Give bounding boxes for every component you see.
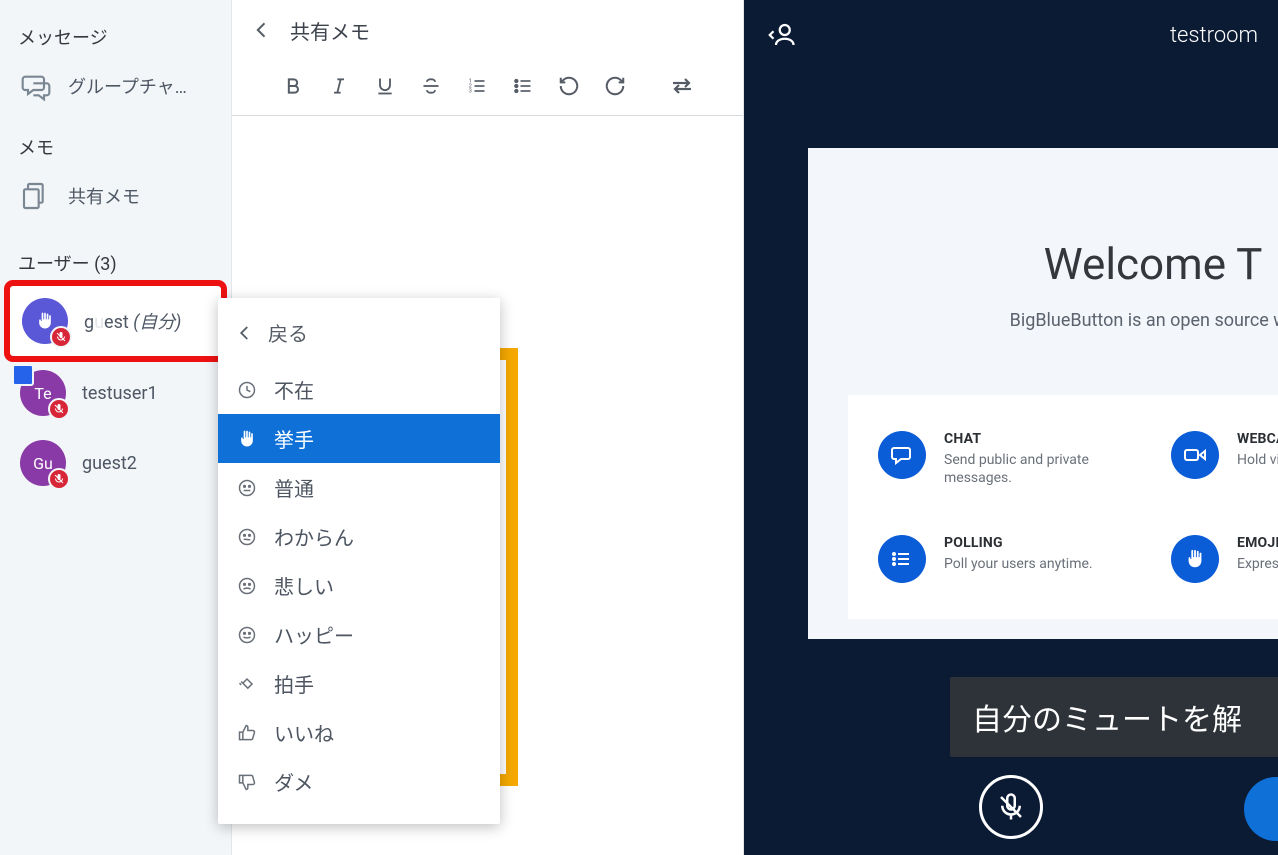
user-name: guest (自分)	[84, 308, 181, 334]
feature-webcams: WEBCAMS Hold visual meetin	[1171, 431, 1278, 487]
users-heading: ユーザー (3)	[8, 226, 223, 284]
user-row[interactable]: Gu guest2	[8, 428, 223, 498]
clap-icon	[236, 673, 258, 695]
unmute-toast: 自分のミュートを解	[950, 677, 1278, 757]
welcome-subtitle: BigBlueButton is an open source we	[848, 310, 1278, 331]
feature-polling: POLLING Poll your users anytime.	[878, 535, 1135, 583]
muted-mic-icon	[48, 398, 70, 420]
feature-title: EMOJIS	[1237, 535, 1278, 551]
user-name: testuser1	[82, 383, 158, 404]
sidebar: メッセージ グループチャ… メモ 共有メモ ユーザー (3) guest (自分…	[0, 0, 232, 855]
welcome-title: Welcome T	[848, 238, 1278, 290]
italic-button[interactable]	[326, 73, 352, 99]
status-item-thumbs-down[interactable]: ダメ	[218, 757, 500, 806]
users-heading-text: ユーザー	[18, 254, 90, 275]
bold-button[interactable]	[280, 73, 306, 99]
shared-notes-item[interactable]: 共有メモ	[8, 166, 223, 226]
avatar-initials: Te	[34, 384, 51, 403]
shared-notes-label: 共有メモ	[68, 183, 140, 209]
happy-face-icon	[236, 624, 258, 646]
status-item-label: ハッピー	[274, 620, 354, 649]
swap-icon[interactable]	[669, 73, 695, 99]
avatar-initials: Gu	[33, 454, 53, 473]
status-item-label: 拍手	[274, 669, 314, 698]
status-item-label: 悲しい	[274, 571, 334, 600]
chat-icon	[878, 431, 926, 479]
status-item-label: 不在	[274, 375, 314, 404]
status-item-applause[interactable]: 拍手	[218, 659, 500, 708]
notes-panel: 共有メモ 123 戻る 不在 挙手	[232, 0, 744, 855]
status-item-neutral[interactable]: 普通	[218, 463, 500, 512]
feature-desc: Poll your users anytime.	[944, 555, 1093, 573]
redo-button[interactable]	[602, 73, 628, 99]
raised-hand-icon	[1171, 535, 1219, 583]
notes-heading: メモ	[8, 130, 223, 166]
messages-heading: メッセージ	[8, 20, 223, 56]
status-item-sad[interactable]: 悲しい	[218, 561, 500, 610]
svg-text:3: 3	[469, 89, 472, 95]
avatar: Gu	[20, 440, 66, 486]
muted-mic-icon	[50, 326, 72, 348]
poll-icon	[878, 535, 926, 583]
raised-hand-icon	[35, 311, 55, 331]
feature-desc: Send public and private messages.	[944, 451, 1135, 487]
status-item-confused[interactable]: わからん	[218, 512, 500, 561]
main-top-bar: testroom	[744, 0, 1278, 70]
documents-icon	[20, 180, 52, 212]
group-chat-label: グループチャ…	[68, 73, 187, 99]
status-item-label: ダメ	[274, 767, 313, 796]
status-menu-list: 不在 挙手 普通 わからん 悲しい ハッピー	[218, 359, 500, 812]
users-count: (3)	[94, 254, 117, 275]
feature-title: POLLING	[944, 535, 1093, 551]
clock-icon	[236, 379, 258, 401]
status-item-happy[interactable]: ハッピー	[218, 610, 500, 659]
webcam-icon	[1171, 431, 1219, 479]
thumbs-down-icon	[236, 771, 258, 793]
strikethrough-button[interactable]	[418, 73, 444, 99]
menu-back-label: 戻る	[268, 318, 308, 347]
raised-hand-icon	[236, 428, 258, 450]
unordered-list-button[interactable]	[510, 73, 536, 99]
user-name: guest2	[82, 453, 137, 474]
status-item-label: 普通	[274, 473, 314, 502]
mute-toggle-button[interactable]	[979, 775, 1043, 839]
feature-chat: CHAT Send public and private messages.	[878, 431, 1135, 487]
notes-title: 共有メモ	[290, 16, 370, 45]
status-item-thumbs-up[interactable]: いいね	[218, 708, 500, 757]
status-item-label: わからん	[274, 522, 354, 551]
chat-icon	[20, 70, 52, 102]
feature-grid: CHAT Send public and private messages. W…	[848, 395, 1278, 619]
userlist-toggle-icon[interactable]	[764, 18, 798, 52]
feature-title: CHAT	[944, 431, 1135, 447]
feature-emojis: EMOJIS Express yourself.	[1171, 535, 1278, 583]
avatar	[22, 298, 68, 344]
confused-face-icon	[236, 526, 258, 548]
status-item-away[interactable]: 不在	[218, 365, 500, 414]
sad-face-icon	[236, 575, 258, 597]
underline-button[interactable]	[372, 73, 398, 99]
feature-desc: Hold visual meetin	[1237, 451, 1278, 469]
muted-mic-icon	[48, 468, 70, 490]
feature-title: WEBCAMS	[1237, 431, 1278, 447]
back-icon[interactable]	[252, 20, 274, 42]
status-item-label: 挙手	[274, 424, 314, 453]
group-chat-item[interactable]: グループチャ…	[8, 56, 223, 116]
status-item-raise-hand[interactable]: 挙手	[218, 414, 500, 463]
notes-header: 共有メモ	[232, 0, 743, 53]
ordered-list-button[interactable]: 123	[464, 73, 490, 99]
undo-button[interactable]	[556, 73, 582, 99]
neutral-face-icon	[236, 477, 258, 499]
avatar: Te	[20, 370, 66, 416]
status-item-label: いいね	[274, 718, 334, 747]
user-row[interactable]: Te testuser1	[8, 358, 223, 428]
status-menu: 戻る 不在 挙手 普通 わからん 悲しい	[218, 298, 500, 824]
menu-back-button[interactable]: 戻る	[218, 308, 500, 359]
editor-toolbar: 123	[232, 53, 743, 116]
thumbs-up-icon	[236, 722, 258, 744]
user-row-self[interactable]: guest (自分)	[8, 284, 223, 358]
room-name: testroom	[1170, 23, 1258, 48]
feature-desc: Express yourself.	[1237, 555, 1278, 573]
welcome-slide: Welcome T BigBlueButton is an open sourc…	[808, 148, 1278, 639]
presentation-area: testroom Welcome T BigBlueButton is an o…	[744, 0, 1278, 855]
